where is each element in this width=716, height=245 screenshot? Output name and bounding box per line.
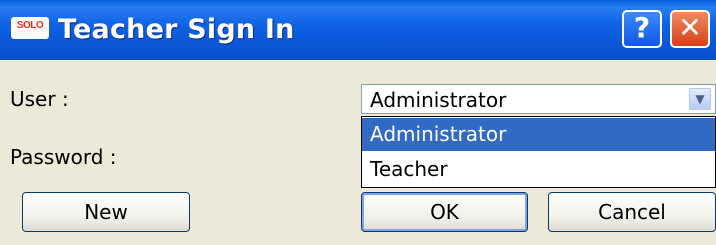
- user-select-value: Administrator: [370, 88, 507, 112]
- window-title: Teacher Sign In: [58, 14, 295, 45]
- teacher-sign-in-dialog: SOLO Teacher Sign In ? ✕ User : Password…: [0, 0, 716, 245]
- dropdown-option-administrator[interactable]: Administrator: [362, 118, 715, 151]
- close-button[interactable]: ✕: [670, 10, 710, 48]
- help-button[interactable]: ?: [622, 10, 662, 48]
- new-button[interactable]: New: [22, 192, 190, 232]
- app-logo-text: SOLO: [16, 20, 44, 31]
- password-label: Password :: [10, 145, 117, 169]
- user-select[interactable]: Administrator ▼: [361, 84, 716, 114]
- ok-button[interactable]: OK: [361, 192, 528, 232]
- cancel-button[interactable]: Cancel: [548, 192, 716, 232]
- user-label: User :: [10, 87, 69, 111]
- title-bar[interactable]: SOLO Teacher Sign In ? ✕: [0, 0, 716, 60]
- chevron-down-icon[interactable]: ▼: [689, 88, 711, 110]
- app-logo-icon: SOLO: [11, 17, 49, 39]
- dropdown-option-teacher[interactable]: Teacher: [362, 153, 715, 186]
- user-dropdown-list: Administrator Teacher: [361, 116, 716, 188]
